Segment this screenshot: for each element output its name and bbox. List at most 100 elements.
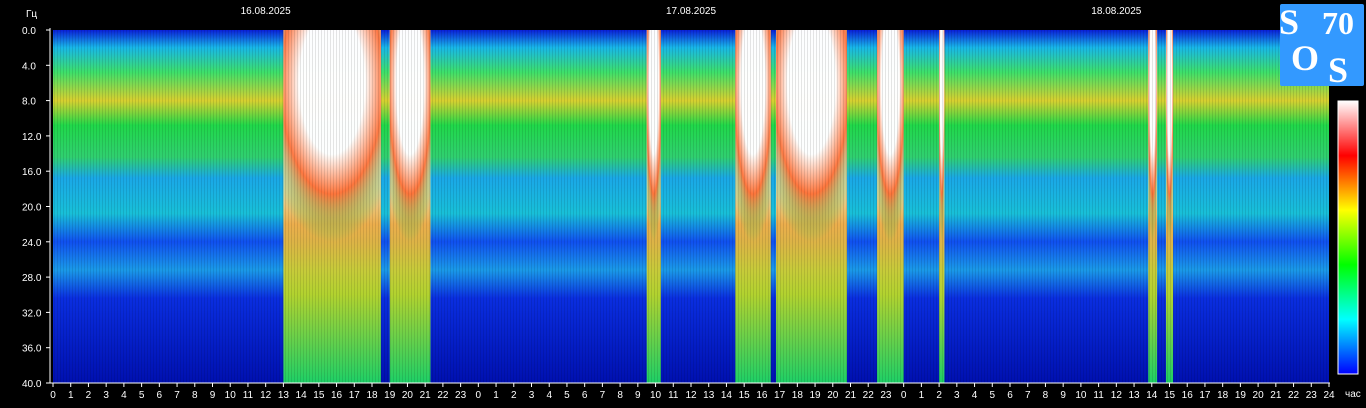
x-tick-label: 1 [493, 390, 499, 401]
x-tick-label: 20 [827, 390, 839, 401]
x-tick-label: 17 [349, 390, 361, 401]
date-label: 16.08.2025 [241, 6, 291, 17]
x-tick-label: 11 [243, 390, 254, 401]
x-tick-label: 13 [703, 390, 715, 401]
x-tick-label: 18 [1217, 390, 1229, 401]
y-tick-label: 36.0 [22, 344, 42, 355]
x-tick-label: 22 [863, 390, 875, 401]
x-tick-label: 6 [1007, 390, 1013, 401]
x-tick-label: 10 [225, 390, 237, 401]
y-tick-label: 32.0 [22, 308, 42, 319]
x-tick-label: 21 [1270, 390, 1282, 401]
y-tick-label: 16.0 [22, 167, 42, 178]
x-tick-label: 8 [1043, 390, 1049, 401]
x-tick-label: 3 [529, 390, 535, 401]
x-axis-label: час [1345, 389, 1361, 400]
x-tick-label: 13 [278, 390, 290, 401]
x-tick-label: 8 [617, 390, 623, 401]
x-tick-label: 2 [86, 390, 92, 401]
x-tick-label: 2 [511, 390, 517, 401]
x-tick-label: 24 [1323, 390, 1335, 401]
plot-area [53, 30, 1329, 383]
x-tick-label: 0 [50, 390, 56, 401]
x-tick-label: 7 [174, 390, 180, 401]
y-tick-label: 20.0 [22, 203, 42, 214]
colorbar [1337, 100, 1359, 375]
x-tick-label: 10 [650, 390, 662, 401]
x-tick-label: 8 [192, 390, 198, 401]
y-tick-label: 24.0 [22, 238, 42, 249]
date-label: 17.08.2025 [666, 6, 716, 17]
x-tick-label: 21 [845, 390, 857, 401]
x-tick-label: 9 [210, 390, 216, 401]
x-tick-label: 9 [1060, 390, 1066, 401]
x-tick-label: 11 [668, 390, 679, 401]
x-tick-label: 12 [685, 390, 697, 401]
x-tick-label: 16 [331, 390, 343, 401]
x-tick-label: 4 [546, 390, 552, 401]
x-tick-label: 15 [1164, 390, 1176, 401]
sos70-logo: S 70 O S [1279, 2, 1364, 90]
x-tick-label: 16 [756, 390, 768, 401]
x-tick-label: 15 [739, 390, 751, 401]
date-labels: 16.08.2025 17.08.2025 18.08.2025 [241, 6, 1142, 17]
x-tick-label: 15 [313, 390, 325, 401]
y-tick-label: 40.0 [22, 379, 42, 390]
x-tick-label: 5 [564, 390, 570, 401]
x-tick-label: 19 [1235, 390, 1247, 401]
y-tick-label: 28.0 [22, 273, 42, 284]
texture-overlay [53, 30, 1329, 383]
x-tick-label: 5 [139, 390, 145, 401]
x-tick-label: 17 [1199, 390, 1211, 401]
x-tick-label: 17 [774, 390, 786, 401]
x-tick-label: 23 [455, 390, 467, 401]
x-tick-label: 22 [437, 390, 449, 401]
x-tick-label: 20 [1253, 390, 1265, 401]
x-tick-label: 7 [1025, 390, 1031, 401]
x-tick-label: 3 [954, 390, 960, 401]
x-tick-label: 9 [635, 390, 641, 401]
x-tick-label: 12 [1111, 390, 1123, 401]
x-tick-label: 0 [476, 390, 482, 401]
x-tick-label: 14 [721, 390, 733, 401]
x-tick-label: 6 [157, 390, 163, 401]
x-tick-label: 2 [936, 390, 942, 401]
x-tick-label: 3 [103, 390, 109, 401]
logo-number: 70 [1322, 5, 1354, 41]
x-tick-label: 14 [1146, 390, 1158, 401]
x-tick-label: 20 [402, 390, 414, 401]
x-tick-label: 19 [384, 390, 396, 401]
x-axis-ticks: 0 1 2 3 4 5 6 7 8 9 10 11 12 13 14 15 16 17 18 19 20 21 22 23 0 1… [50, 383, 1335, 401]
x-tick-label: 23 [1306, 390, 1318, 401]
x-tick-label: 0 [901, 390, 907, 401]
x-tick-label: 16 [1182, 390, 1194, 401]
y-tick-label: 12.0 [22, 132, 42, 143]
x-tick-label: 18 [792, 390, 804, 401]
date-label: 18.08.2025 [1091, 6, 1141, 17]
logo-letter-s-top: S [1279, 2, 1299, 42]
y-tick-label: 0.0 [22, 26, 36, 37]
x-tick-label: 6 [582, 390, 588, 401]
x-tick-label: 18 [366, 390, 378, 401]
x-tick-label: 1 [68, 390, 74, 401]
y-tick-label: 4.0 [22, 61, 36, 72]
x-tick-label: 1 [919, 390, 925, 401]
y-axis-label: Гц [26, 9, 37, 20]
x-tick-label: 5 [989, 390, 995, 401]
y-tick-label: 8.0 [22, 97, 36, 108]
spectrogram-chart: 0.0 4.0 8.0 12.0 16.0 20.0 24.0 28.0 32.0 36.0 40.… [22, 2, 1364, 401]
logo-letter-o: O [1291, 38, 1319, 78]
x-tick-label: 22 [1288, 390, 1300, 401]
y-axis-ticks: 0.0 4.0 8.0 12.0 16.0 20.0 24.0 28.0 32.0 36.0 40.… [22, 26, 50, 390]
x-tick-label: 4 [121, 390, 127, 401]
x-tick-label: 11 [1093, 390, 1104, 401]
x-tick-label: 4 [972, 390, 978, 401]
x-tick-label: 21 [420, 390, 432, 401]
x-tick-label: 23 [880, 390, 892, 401]
x-tick-label: 13 [1128, 390, 1140, 401]
logo-letter-s-bottom: S [1328, 50, 1348, 90]
x-tick-label: 19 [809, 390, 821, 401]
x-tick-label: 7 [600, 390, 606, 401]
x-tick-label: 14 [296, 390, 308, 401]
x-tick-label: 10 [1075, 390, 1087, 401]
